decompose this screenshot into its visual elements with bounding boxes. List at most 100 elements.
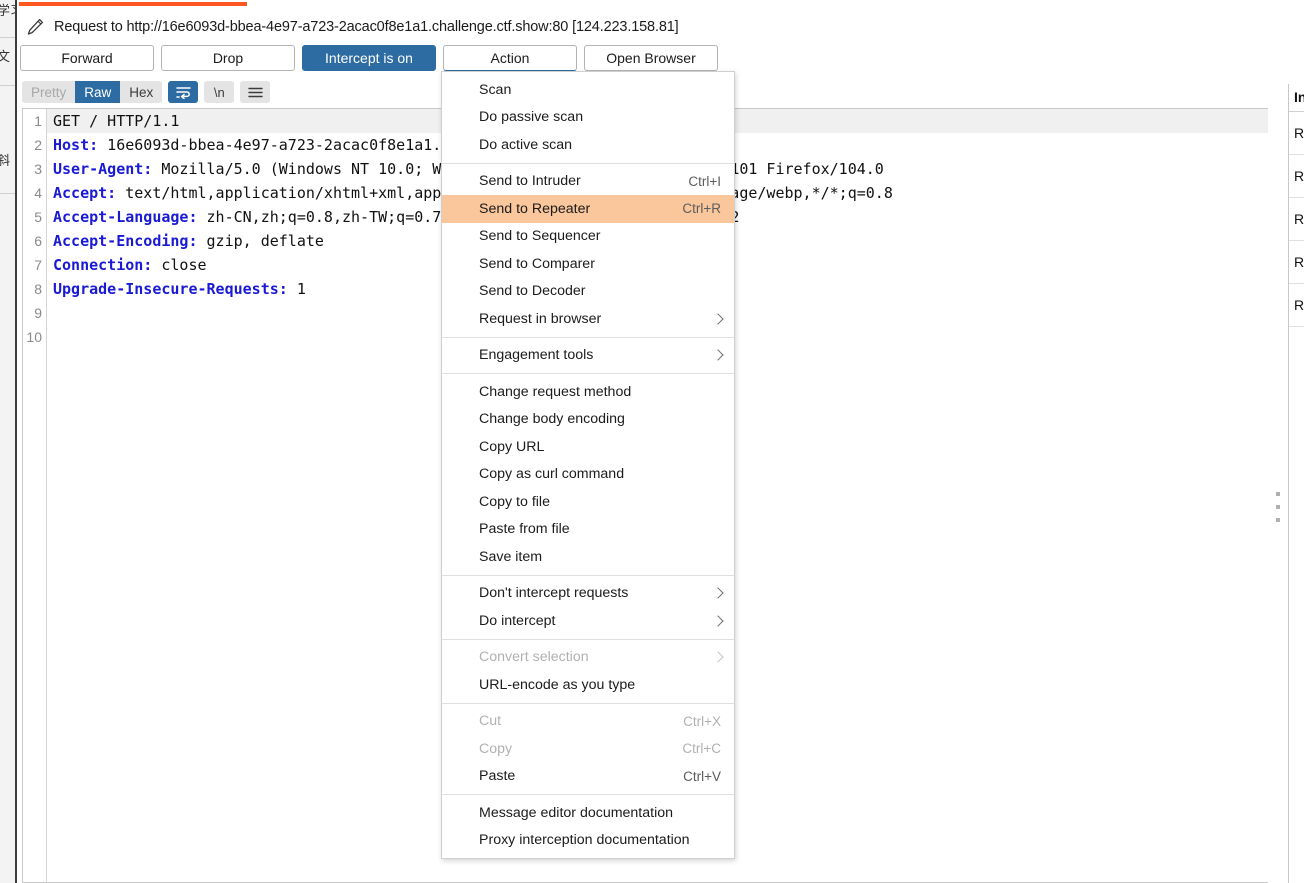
line-number: 3 — [34, 161, 42, 177]
menu-item-label: Message editor documentation — [479, 804, 674, 821]
menu-item-message-editor-documentation[interactable]: Message editor documentation — [442, 799, 734, 827]
line-number: 6 — [34, 233, 42, 249]
newline-glyph: \n — [213, 84, 225, 100]
inspector-panel-body — [1288, 369, 1304, 883]
menu-separator — [442, 373, 734, 374]
menu-item-copy-as-curl-command[interactable]: Copy as curl command — [442, 461, 734, 489]
inspector-panel: In Re Re Re Re Re — [1288, 84, 1304, 369]
left-strip-cell-2[interactable]: 文 — [0, 38, 15, 86]
menu-item-copy-url[interactable]: Copy URL — [442, 433, 734, 461]
menu-item-label: Do intercept — [479, 612, 556, 629]
menu-item-label: Request in browser — [479, 310, 602, 327]
menu-item-dont-intercept-requests[interactable]: Don't intercept requests — [442, 580, 734, 608]
line-number: 2 — [34, 137, 42, 153]
menu-item-send-to-repeater[interactable]: Send to Repeater Ctrl+R — [442, 195, 734, 223]
menu-item-paste-from-file[interactable]: Paste from file — [442, 516, 734, 544]
left-strip-cell-4 — [0, 194, 15, 883]
list-item[interactable]: Re — [1289, 198, 1304, 241]
menu-item-shortcut: Ctrl+I — [688, 173, 721, 189]
menu-item-label: Send to Repeater — [479, 200, 591, 217]
menu-item-convert-selection: Convert selection — [442, 644, 734, 672]
request-header-name: Accept-Encoding: — [53, 232, 198, 250]
view-pretty-button[interactable]: Pretty — [22, 81, 76, 103]
request-header-name: Accept: — [53, 184, 117, 202]
left-strip-cell-1[interactable]: 学习 — [0, 0, 15, 38]
request-header-value: 1 — [287, 280, 306, 298]
line-number: 8 — [34, 281, 42, 297]
menu-item-save-item[interactable]: Save item — [442, 543, 734, 571]
hamburger-menu-icon[interactable] — [240, 81, 271, 103]
forward-button[interactable]: Forward — [20, 45, 154, 71]
action-context-menu[interactable]: Scan Do passive scan Do active scan Send… — [441, 71, 735, 859]
menu-separator — [442, 336, 734, 338]
menu-item-label: Send to Intruder — [479, 173, 581, 190]
line-number-gutter: 1 2 3 4 5 6 7 8 9 10 — [23, 109, 47, 882]
view-hex-button[interactable]: Hex — [120, 81, 163, 103]
intercept-button-row: Forward Drop Intercept is on Action Open… — [19, 45, 718, 71]
menu-item-send-to-intruder[interactable]: Send to Intruder Ctrl+I — [442, 168, 734, 196]
left-strip-glyph-2: 文 — [0, 50, 10, 63]
menu-item-label: Copy to file — [479, 493, 550, 510]
request-header-name: Connection: — [53, 256, 153, 274]
drop-button[interactable]: Drop — [161, 45, 295, 71]
menu-item-shortcut: Ctrl+R — [682, 201, 721, 217]
request-header-name: Accept-Language: — [53, 208, 198, 226]
view-mode-group: Pretty Raw Hex — [22, 81, 163, 103]
splitter-dot — [1275, 518, 1280, 522]
line-number: 5 — [34, 209, 42, 225]
menu-item-send-to-sequencer[interactable]: Send to Sequencer — [442, 223, 734, 251]
menu-separator — [442, 162, 734, 164]
line-number: 9 — [34, 305, 42, 321]
menu-item-send-to-decoder[interactable]: Send to Decoder — [442, 278, 734, 306]
menu-item-url-encode-as-you-type[interactable]: URL-encode as you type — [442, 671, 734, 699]
menu-item-label: Engagement tools — [479, 347, 594, 364]
request-header-value: close — [152, 256, 207, 274]
menu-item-change-body-encoding[interactable]: Change body encoding — [442, 406, 734, 434]
splitter-dot — [1275, 492, 1280, 496]
menu-item-label: Convert selection — [479, 649, 589, 666]
left-strip-glyph-1: 学习 — [0, 4, 15, 17]
menu-item-label: Paste — [479, 768, 516, 785]
menu-separator — [442, 638, 734, 640]
word-wrap-icon[interactable] — [168, 81, 199, 103]
request-header-name: Upgrade-Insecure-Requests: — [53, 280, 288, 298]
list-item[interactable]: Re — [1289, 155, 1304, 198]
menu-item-engagement-tools[interactable]: Engagement tools — [442, 342, 734, 370]
list-item[interactable]: Re — [1289, 241, 1304, 284]
menu-item-label: Do passive scan — [479, 109, 584, 126]
show-newlines-icon[interactable]: \n — [204, 81, 235, 103]
action-button[interactable]: Action — [443, 45, 577, 71]
intercept-toggle-button[interactable]: Intercept is on — [302, 45, 436, 71]
left-strip-cell-3[interactable]: 斜 — [0, 86, 15, 194]
line-number: 7 — [34, 257, 42, 273]
list-item[interactable]: Re — [1289, 112, 1304, 155]
menu-item-label: Copy as curl command — [479, 466, 625, 483]
list-item[interactable]: Re — [1289, 284, 1304, 327]
menu-item-do-intercept[interactable]: Do intercept — [442, 607, 734, 635]
menu-separator — [442, 702, 734, 704]
panel-splitter-handle[interactable] — [1275, 492, 1280, 522]
menu-item-change-request-method[interactable]: Change request method — [442, 378, 734, 406]
menu-item-label: Scan — [479, 81, 512, 98]
menu-separator — [442, 574, 734, 576]
menu-item-copy-to-file[interactable]: Copy to file — [442, 488, 734, 516]
menu-item-send-to-comparer[interactable]: Send to Comparer — [442, 250, 734, 278]
menu-item-do-passive-scan[interactable]: Do passive scan — [442, 104, 734, 132]
menu-item-label: Change request method — [479, 383, 632, 400]
open-browser-button[interactable]: Open Browser — [584, 45, 718, 71]
menu-item-request-in-browser[interactable]: Request in browser — [442, 305, 734, 333]
request-header-name: Host: — [53, 136, 99, 154]
line-number: 4 — [34, 185, 42, 201]
menu-item-proxy-interception-documentation[interactable]: Proxy interception documentation — [442, 827, 734, 855]
menu-item-paste[interactable]: Paste Ctrl+V — [442, 763, 734, 791]
menu-item-label: Proxy interception documentation — [479, 832, 690, 849]
menu-item-label: Save item — [479, 548, 543, 565]
left-strip-glyph-3: 斜 — [0, 154, 10, 167]
menu-item-label: Send to Comparer — [479, 255, 595, 272]
menu-item-do-active-scan[interactable]: Do active scan — [442, 131, 734, 159]
menu-item-shortcut: Ctrl+C — [682, 741, 721, 757]
menu-item-scan[interactable]: Scan — [442, 76, 734, 104]
menu-item-label: Change body encoding — [479, 411, 625, 428]
menu-item-shortcut: Ctrl+X — [683, 713, 721, 729]
view-raw-button[interactable]: Raw — [75, 81, 121, 103]
